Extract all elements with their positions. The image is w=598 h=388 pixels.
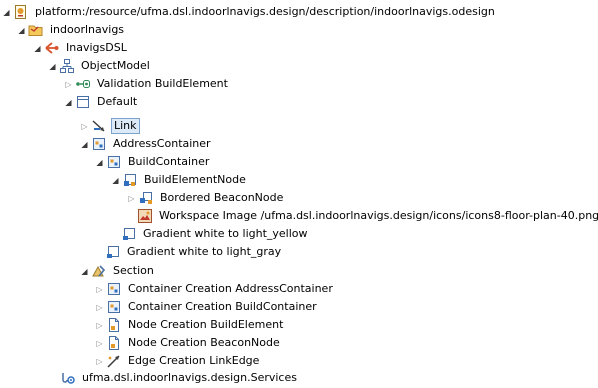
- edge-creation-icon: [106, 353, 122, 369]
- tree-node-label: Node Creation BeaconNode: [128, 336, 280, 349]
- collapsed-arrow-icon[interactable]: ▷: [95, 352, 104, 370]
- collapsed-arrow-icon[interactable]: ▷: [127, 189, 136, 207]
- tree-node-label: Gradient white to light_gray: [127, 245, 282, 258]
- tree-node-label: BuildElementNode: [144, 173, 246, 186]
- tool-section-icon: [91, 263, 107, 279]
- tree-node-label: platform:/resource/ufma.dsl.indoorlnavig…: [35, 5, 495, 18]
- tree-node-label: Container Creation BuildContainer: [128, 300, 317, 313]
- expanded-arrow-icon[interactable]: ◢: [33, 39, 42, 57]
- diagram-description-icon: [59, 58, 75, 74]
- layer-icon: [75, 94, 91, 110]
- expanded-arrow-icon[interactable]: ◢: [64, 93, 73, 111]
- tree-node-tool-node-beacon[interactable]: ▷ Node Creation BeaconNode: [95, 334, 282, 352]
- tree-node-bordered-beacon-node[interactable]: ▷ Bordered BeaconNode: [127, 189, 285, 207]
- tree-node-services[interactable]: ufma.dsl.indoorlnavigs.design.Services: [58, 369, 299, 387]
- tree-node-build-element-node[interactable]: ◢ BuildElementNode: [111, 171, 248, 189]
- tree-node-label: Bordered BeaconNode: [160, 191, 284, 204]
- folder-group-icon: [28, 22, 44, 38]
- edge-mapping-icon: [91, 118, 107, 134]
- expanded-arrow-icon[interactable]: ◢: [95, 153, 104, 171]
- tree-node-link[interactable]: ▷ Link: [80, 117, 140, 135]
- node-creation-icon: [106, 335, 122, 351]
- tree-node-gradient-yellow[interactable]: Gradient white to light_yellow: [119, 225, 310, 243]
- tree-node-label: Container Creation AddressContainer: [128, 282, 333, 295]
- tree-node-label: Link: [111, 118, 140, 134]
- expanded-arrow-icon[interactable]: ◢: [48, 57, 57, 75]
- tree-node-label: Validation BuildElement: [97, 77, 228, 90]
- tree-node-viewpoint[interactable]: ◢ InavigsDSL: [33, 39, 129, 57]
- collapsed-arrow-icon[interactable]: ▷: [95, 334, 104, 352]
- tree-node-label: Node Creation BuildElement: [128, 318, 284, 331]
- tree-node-group[interactable]: ◢ indoorlnavigs: [17, 21, 126, 39]
- tree-node-label: Section: [113, 264, 154, 277]
- container-mapping-icon: [91, 136, 107, 152]
- tree-node-label: Workspace Image /ufma.dsl.indoorlnavigs.…: [159, 209, 598, 222]
- validation-icon: [75, 76, 91, 92]
- tree-node-tool-edge[interactable]: ▷ Edge Creation LinkEdge: [95, 352, 261, 370]
- tree-node-label: AddressContainer: [113, 137, 211, 150]
- container-creation-icon: [106, 281, 122, 297]
- tree-node-tool-build[interactable]: ▷ Container Creation BuildContainer: [95, 298, 319, 316]
- tree-node-label: Default: [97, 95, 138, 108]
- tree-node-label: Edge Creation LinkEdge: [128, 354, 260, 367]
- tree-node-tool-node-build[interactable]: ▷ Node Creation BuildElement: [95, 316, 285, 334]
- odesign-tree: ◢ platform:/resource/ufma.dsl.indoorlnav…: [0, 0, 598, 388]
- expanded-arrow-icon[interactable]: ◢: [80, 135, 89, 153]
- tree-node-label: InavigsDSL: [66, 41, 127, 54]
- node-mapping-icon: [122, 172, 138, 188]
- tree-node-representation[interactable]: ◢ ObjectModel: [48, 57, 152, 75]
- collapsed-arrow-icon[interactable]: ▷: [80, 117, 89, 135]
- collapsed-arrow-icon[interactable]: ▷: [95, 298, 104, 316]
- tree-node-validation[interactable]: ▷ Validation BuildElement: [64, 75, 230, 93]
- tree-node-label: Gradient white to light_yellow: [143, 227, 308, 240]
- tree-node-layer-default[interactable]: ◢ Default: [64, 93, 139, 111]
- tree-node-build-container[interactable]: ◢ BuildContainer: [95, 153, 211, 171]
- tree-node-label: ObjectModel: [81, 59, 150, 72]
- gradient-style-icon: [105, 244, 121, 260]
- tree-node-root[interactable]: ◢ platform:/resource/ufma.dsl.indoorlnav…: [2, 3, 497, 21]
- node-creation-icon: [106, 317, 122, 333]
- collapsed-arrow-icon[interactable]: ▷: [64, 75, 73, 93]
- tree-node-gradient-gray[interactable]: Gradient white to light_gray: [103, 243, 283, 261]
- tree-node-label: ufma.dsl.indoorlnavigs.design.Services: [82, 371, 297, 384]
- expanded-arrow-icon[interactable]: ◢: [17, 21, 26, 39]
- gradient-style-icon: [121, 226, 137, 242]
- bordered-node-icon: [138, 190, 154, 206]
- tree-node-label: BuildContainer: [128, 155, 210, 168]
- collapsed-arrow-icon[interactable]: ▷: [95, 280, 104, 298]
- container-mapping-icon: [106, 154, 122, 170]
- odesign-file-icon: [13, 4, 29, 20]
- java-extension-icon: [60, 370, 76, 386]
- expanded-arrow-icon[interactable]: ◢: [111, 171, 120, 189]
- tree-node-tool-address[interactable]: ▷ Container Creation AddressContainer: [95, 280, 335, 298]
- tree-node-workspace-image[interactable]: Workspace Image /ufma.dsl.indoorlnavigs.…: [135, 207, 598, 225]
- tree-node-address-container[interactable]: ◢ AddressContainer: [80, 135, 213, 153]
- container-creation-icon: [106, 299, 122, 315]
- workspace-image-icon: [137, 208, 153, 224]
- viewpoint-icon: [44, 40, 60, 56]
- collapsed-arrow-icon[interactable]: ▷: [95, 316, 104, 334]
- expanded-arrow-icon[interactable]: ◢: [2, 3, 11, 21]
- tree-node-section[interactable]: ◢ Section: [80, 262, 156, 280]
- expanded-arrow-icon[interactable]: ◢: [80, 262, 89, 280]
- tree-node-label: indoorlnavigs: [50, 23, 125, 36]
